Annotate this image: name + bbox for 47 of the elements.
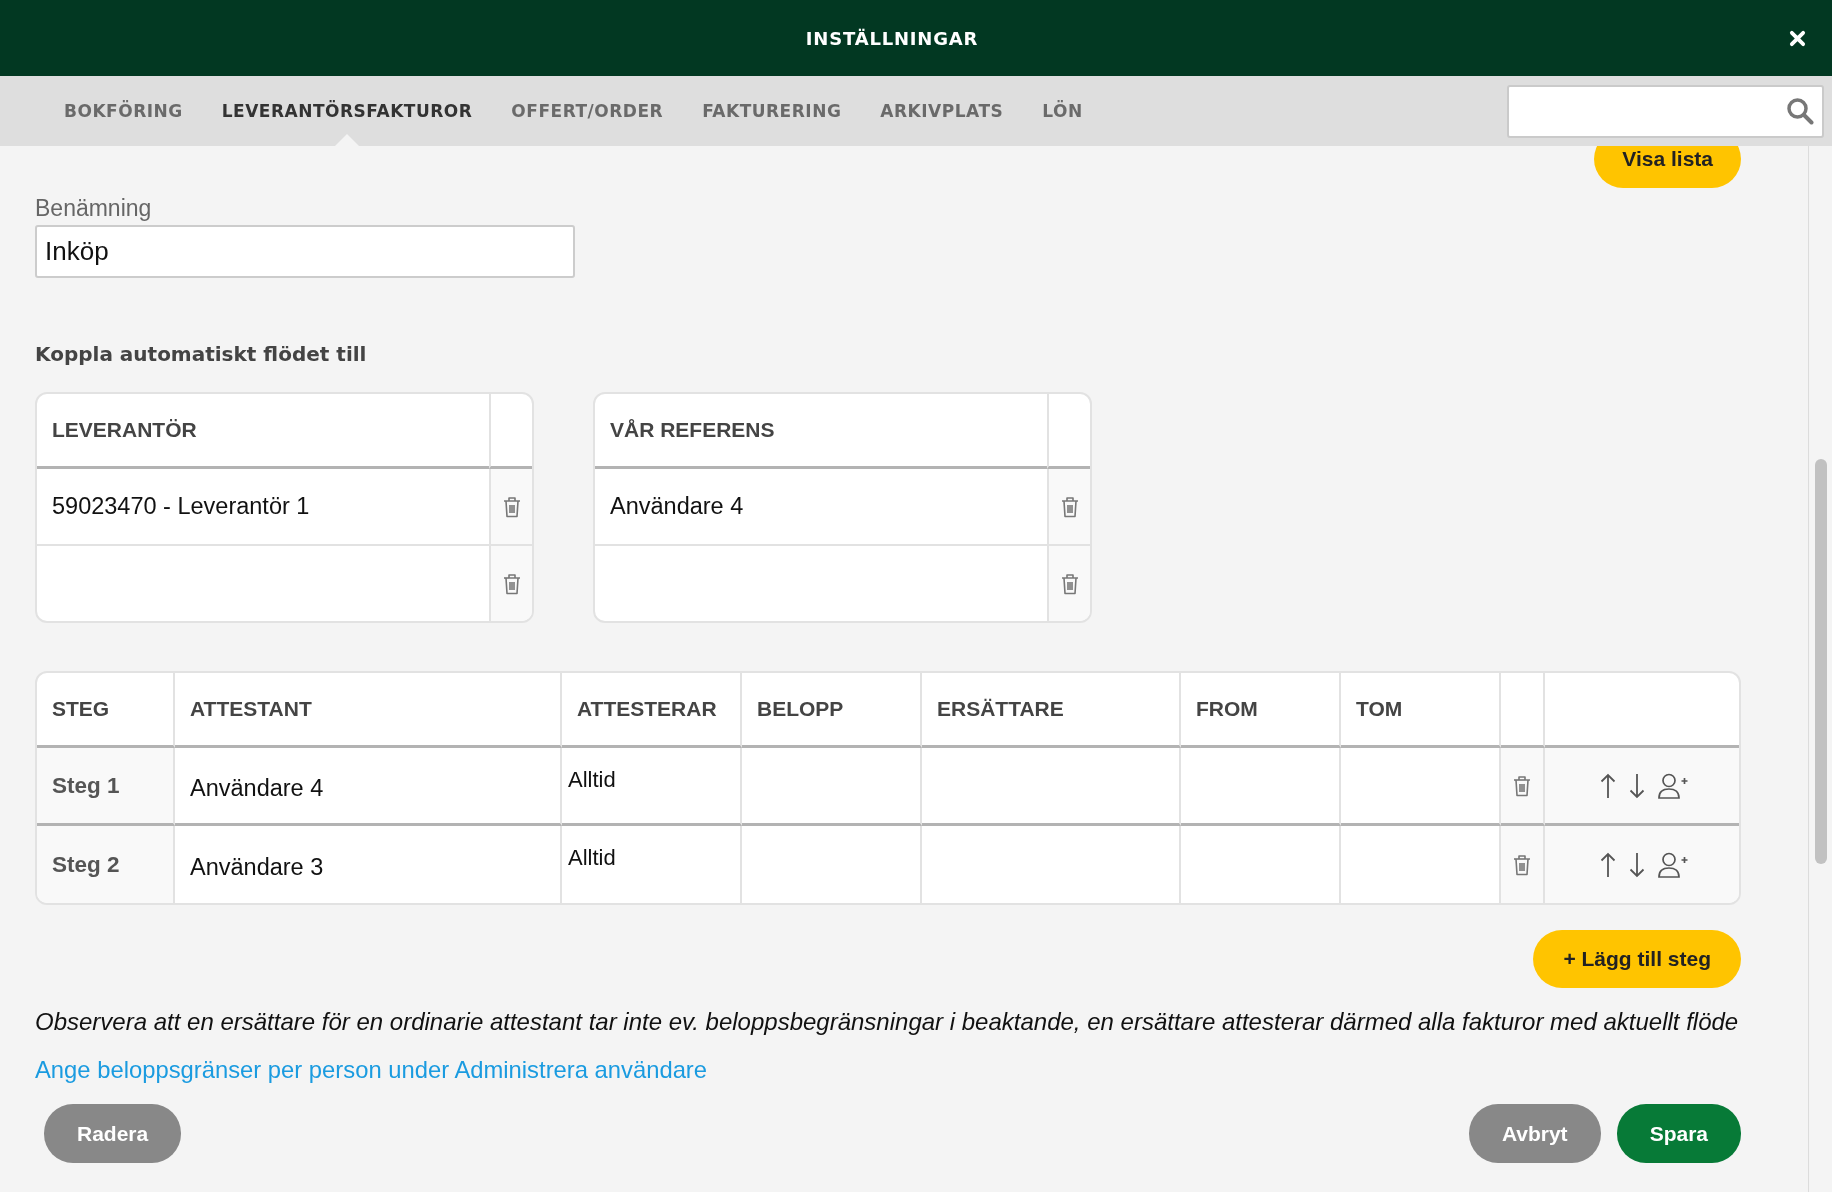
scrollbar-thumb[interactable] <box>1815 459 1827 864</box>
trash-icon[interactable] <box>1060 495 1079 518</box>
add-user-icon[interactable] <box>1658 851 1688 878</box>
delete-button[interactable]: Radera <box>44 1104 182 1163</box>
column-header: ATTESTERAR <box>562 673 742 748</box>
tab[interactable]: LÖN <box>1042 76 1083 146</box>
note-text: Observera att en ersättare för en ordinarie attestant tar inte ev. beloppsbegränsningar i beaktande, en ersättare attesterar därmed alla fakturor med aktuellt flöde <box>35 1008 1740 1036</box>
table-cell: Steg 1 <box>37 748 175 826</box>
add-user-icon[interactable] <box>1658 772 1688 799</box>
search-field[interactable] <box>1507 84 1824 138</box>
trash-icon[interactable] <box>1513 853 1531 876</box>
arrow-up-icon[interactable] <box>1600 851 1616 878</box>
trash-icon[interactable] <box>1513 774 1531 797</box>
save-button[interactable]: Spara <box>1616 1104 1741 1163</box>
tab[interactable]: OFFERT/ORDER <box>511 76 664 146</box>
trash-icon[interactable] <box>1060 572 1079 595</box>
add-step-button[interactable]: + Lägg till steg <box>1533 930 1741 988</box>
table-cell: Alltid <box>562 826 742 903</box>
field-label: Benämning <box>35 195 153 221</box>
close-icon[interactable] <box>1789 29 1806 47</box>
arrow-up-icon[interactable] <box>1600 772 1616 799</box>
trash-icon[interactable] <box>502 572 521 595</box>
search-icon[interactable] <box>1786 97 1814 125</box>
tab[interactable]: BOKFÖRING <box>64 76 183 146</box>
cancel-button[interactable]: Avbryt <box>1468 1104 1601 1163</box>
column-header: LEVERANTÖR <box>37 394 489 469</box>
section-heading: Koppla automatiskt flödet till <box>35 341 368 367</box>
column-header: TOM <box>1341 673 1501 748</box>
table-cell: Användare 3 <box>175 826 562 903</box>
column-header: VÅR REFERENS <box>595 394 1047 469</box>
column-header: FROM <box>1181 673 1341 748</box>
window-title: INSTÄLLNINGAR <box>805 27 979 49</box>
column-header: ATTESTANT <box>175 673 562 748</box>
table-cell: Användare 4 <box>175 748 562 826</box>
arrow-down-icon[interactable] <box>1629 851 1645 878</box>
tab[interactable]: ARKIVPLATS <box>880 76 1004 146</box>
table-cell: Alltid <box>562 748 742 826</box>
name-input[interactable]: Inköp <box>35 225 575 278</box>
list-button[interactable]: Visa lista <box>1594 146 1741 188</box>
column-header: ERSÄTTARE <box>922 673 1181 748</box>
trash-icon[interactable] <box>502 495 521 518</box>
arrow-down-icon[interactable] <box>1629 772 1645 799</box>
table-cell: Steg 2 <box>37 826 175 903</box>
admin-link[interactable]: Ange beloppsgränser per person under Administrera användare <box>35 1056 708 1084</box>
tab[interactable]: LEVERANTÖRSFAKTUROR <box>221 76 473 146</box>
tab[interactable]: FAKTURERING <box>702 76 842 146</box>
column-header: BELOPP <box>742 673 922 748</box>
